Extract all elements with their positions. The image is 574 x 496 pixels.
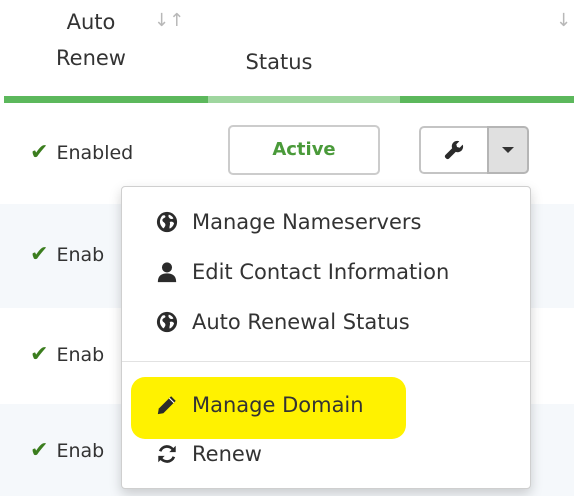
user-icon: [155, 260, 179, 284]
auto-renew-cell: ✔ Enab: [30, 438, 105, 463]
header-underline: [208, 96, 400, 103]
check-icon: ✔: [30, 242, 49, 267]
menu-item-manage-nameservers[interactable]: Manage Nameservers: [122, 199, 530, 245]
header-underline: [400, 96, 574, 103]
menu-item-label: Manage Domain: [192, 393, 364, 417]
header-underline: [4, 96, 208, 103]
sort-icon[interactable]: ↓: [556, 12, 571, 30]
refresh-icon: [155, 442, 179, 466]
menu-item-edit-contact[interactable]: Edit Contact Information: [122, 249, 530, 295]
dropdown-toggle-button[interactable]: [487, 126, 529, 174]
auto-renew-label: Enabled: [56, 142, 134, 164]
sort-icon[interactable]: ↓↑: [154, 12, 184, 30]
menu-item-renew[interactable]: Renew: [122, 431, 530, 477]
tools-button[interactable]: [419, 126, 487, 174]
auto-renew-label: Enab: [56, 244, 105, 266]
menu-divider: [122, 361, 530, 362]
check-icon: ✔: [30, 342, 49, 367]
menu-item-label: Manage Nameservers: [192, 210, 422, 234]
globe-icon: [155, 210, 179, 234]
auto-renew-cell: ✔ Enab: [30, 242, 105, 267]
column-header-auto-renew[interactable]: Auto Renew: [36, 4, 146, 76]
actions-dropdown-menu: Manage Nameservers Edit Contact Informat…: [121, 186, 531, 489]
wrench-icon: [444, 140, 464, 160]
menu-item-manage-domain[interactable]: Manage Domain: [122, 382, 530, 428]
globe-icon: [155, 310, 179, 334]
check-icon: ✔: [30, 438, 49, 463]
actions-button-group: [419, 126, 529, 174]
menu-item-label: Edit Contact Information: [192, 260, 450, 284]
status-badge[interactable]: Active: [228, 125, 380, 175]
menu-item-label: Renew: [192, 442, 262, 466]
pencil-icon: [155, 393, 179, 417]
auto-renew-cell: ✔ Enab: [30, 342, 105, 367]
column-header-status[interactable]: Status: [214, 44, 344, 80]
menu-item-label: Auto Renewal Status: [192, 310, 410, 334]
auto-renew-cell: ✔ Enabled: [30, 140, 134, 165]
check-icon: ✔: [30, 140, 49, 165]
auto-renew-label: Enab: [56, 344, 105, 366]
caret-down-icon: [502, 147, 514, 153]
menu-item-auto-renewal-status[interactable]: Auto Renewal Status: [122, 299, 530, 345]
auto-renew-label: Enab: [56, 440, 105, 462]
table-header: Auto Renew ↓↑ Status ↓: [0, 0, 574, 98]
